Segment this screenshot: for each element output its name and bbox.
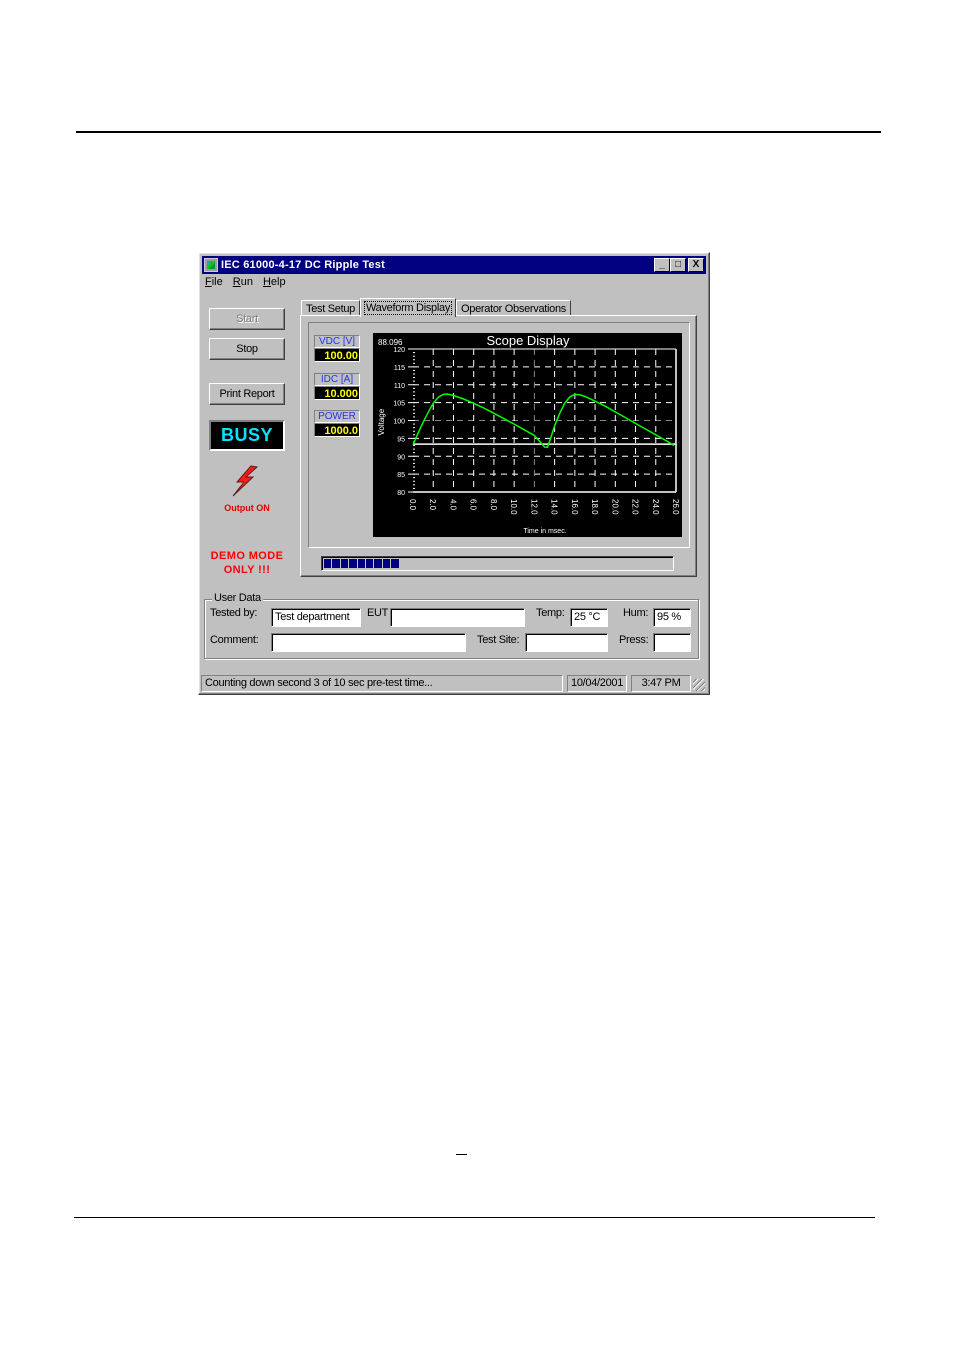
y-tick-label: 90 <box>397 454 405 461</box>
chart-readout: 88.096 <box>378 338 403 347</box>
status-time: 3:47 PM <box>631 675 691 692</box>
progress-block <box>332 559 340 568</box>
page-header-rule <box>76 131 881 133</box>
status-message: Counting down second 3 of 10 sec pre-tes… <box>201 675 563 692</box>
lightning-bolt-icon <box>232 465 259 497</box>
maximize-button[interactable]: □ <box>670 258 686 272</box>
y-tick-label: 80 <box>397 490 405 497</box>
app-window: IEC 61000-4-17 DC Ripple Test _ □ X File… <box>198 252 710 695</box>
user-data-title: User Data <box>212 592 263 604</box>
x-tick-label: 20.0 <box>610 499 619 515</box>
eut-label: EUT <box>367 607 389 619</box>
progress-block <box>374 559 382 568</box>
comment-field[interactable] <box>271 633 466 652</box>
scope-chart: Scope Display 88.096 80 85 90 95 100 105 110 115 1… <box>377 333 680 535</box>
chart-title: Scope Display <box>486 333 570 348</box>
tab-strip: Test Setup Waveform Display Operator Obs… <box>301 298 572 317</box>
progress-block <box>324 559 332 568</box>
menu-file[interactable]: File <box>205 276 223 288</box>
y-tick-label: 100 <box>393 419 405 426</box>
page-footer-rule <box>74 1217 875 1218</box>
x-tick-label: 10.0 <box>509 499 518 515</box>
vdc-value: 100.00 <box>314 348 360 362</box>
test-site-field[interactable] <box>525 633 608 652</box>
tested-by-field[interactable]: Test department <box>271 608 361 627</box>
page-dash <box>456 1154 467 1155</box>
output-status: Output ON <box>224 503 270 513</box>
x-tick-label: 18.0 <box>590 499 599 515</box>
y-tick-label: 85 <box>397 472 405 479</box>
print-report-button[interactable]: Print Report <box>209 383 285 405</box>
x-axis-label: Time in msec. <box>523 528 566 535</box>
comment-label: Comment: <box>210 634 259 646</box>
menu-bar: File Run Help <box>205 276 286 288</box>
x-tick-label: 22.0 <box>631 499 640 515</box>
status-bar: Counting down second 3 of 10 sec pre-tes… <box>201 675 707 692</box>
power-label: POWER <box>314 410 360 423</box>
temp-label: Temp: <box>536 607 565 619</box>
idc-value: 10.000 <box>314 386 360 400</box>
y-axis-label: Voltage <box>377 408 386 435</box>
user-data-group: User Data Tested by: Test department EUT… <box>204 592 699 659</box>
progress-block <box>365 559 374 568</box>
eut-field[interactable] <box>390 608 525 627</box>
y-tick-label: 110 <box>394 383 405 390</box>
power-meter: POWER 1000.0 <box>314 410 360 437</box>
stop-button[interactable]: Stop <box>209 338 285 360</box>
test-site-label: Test Site: <box>477 634 520 646</box>
x-tick-label: 2.0 <box>428 499 437 511</box>
tab-operator-observations[interactable]: Operator Observations <box>456 300 572 316</box>
busy-indicator: BUSY <box>209 420 285 451</box>
tested-by-label: Tested by: <box>210 607 258 619</box>
resize-grip[interactable] <box>693 679 705 691</box>
waveform-tab-panel: VDC [V] 100.00 IDC [A] 10.000 POWER 1000… <box>300 315 697 577</box>
tab-waveform-display[interactable]: Waveform Display <box>359 298 457 317</box>
idc-meter: IDC [A] 10.000 <box>314 373 360 400</box>
x-tick-label: 8.0 <box>489 499 498 511</box>
x-tick-label: 6.0 <box>469 499 478 511</box>
x-tick-label: 24.0 <box>651 499 660 515</box>
x-tick-label: 14.0 <box>550 499 559 515</box>
minimize-button[interactable]: _ <box>654 258 670 272</box>
vdc-label: VDC [V] <box>314 335 360 348</box>
demo-line-1: DEMO MODE <box>210 550 284 562</box>
x-tick-label: 16.0 <box>570 499 579 515</box>
idc-label: IDC [A] <box>314 373 360 386</box>
vdc-meter: VDC [V] 100.00 <box>314 335 360 362</box>
tab-test-setup[interactable]: Test Setup <box>301 300 360 316</box>
demo-mode-warning: DEMO MODE ONLY !!! <box>199 549 295 577</box>
app-icon <box>204 258 218 272</box>
demo-line-2: ONLY !!! <box>223 564 271 576</box>
progress-block <box>391 559 399 568</box>
x-tick-label: 4.0 <box>448 499 457 511</box>
press-label: Press: <box>619 634 649 646</box>
power-value: 1000.0 <box>314 423 360 437</box>
x-tick-label: 12.0 <box>529 499 538 515</box>
temp-field[interactable]: 25 °C <box>570 608 608 627</box>
window-title: IEC 61000-4-17 DC Ripple Test <box>221 259 385 271</box>
y-tick-label: 95 <box>397 436 405 443</box>
y-tick-label: 105 <box>393 401 405 408</box>
scope-display: Scope Display 88.096 80 85 90 95 100 105 110 115 1… <box>373 333 682 537</box>
x-tick-label: 26.0 <box>671 499 680 515</box>
start-button[interactable]: Start <box>209 308 285 330</box>
y-tick-label: 115 <box>394 365 405 372</box>
x-tick-label: 0.0 <box>408 499 417 511</box>
progress-bar <box>321 556 674 571</box>
progress-block <box>349 559 357 568</box>
title-bar[interactable]: IEC 61000-4-17 DC Ripple Test _ □ X <box>202 256 706 274</box>
y-tick-label: 120 <box>393 347 405 354</box>
hum-field[interactable]: 95 % <box>653 608 691 627</box>
progress-block <box>357 559 365 568</box>
progress-block <box>382 559 391 568</box>
press-field[interactable] <box>653 633 691 652</box>
progress-block <box>340 559 349 568</box>
close-button[interactable]: X <box>688 258 704 272</box>
hum-label: Hum: <box>623 607 649 619</box>
menu-help[interactable]: Help <box>263 276 286 288</box>
status-date: 10/04/2001 <box>567 675 627 692</box>
menu-run[interactable]: Run <box>233 276 253 288</box>
